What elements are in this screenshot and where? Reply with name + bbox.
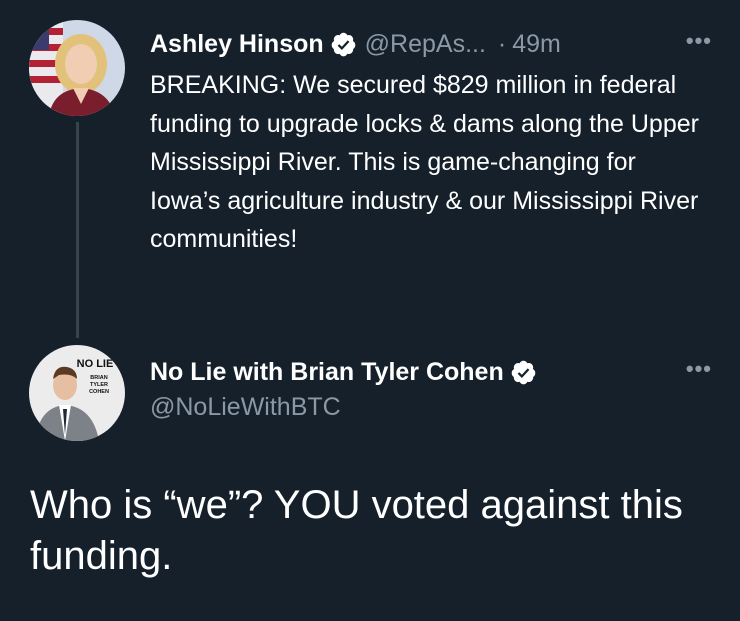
meta-separator: · (497, 29, 507, 58)
author-handle[interactable]: @NoLieWithBTC (150, 393, 341, 422)
reply-tweet-header: No Lie with Brian Tyler Cohen ••• (150, 352, 712, 392)
avatar-photo: NO LIE BRIAN TYLER COHEN (29, 345, 125, 441)
quoted-tweet-text: BREAKING: We secured $829 million in fed… (150, 71, 699, 253)
svg-text:TYLER: TYLER (90, 382, 108, 388)
verified-badge-icon (331, 32, 355, 56)
thread-connector-line (76, 122, 79, 338)
author-avatar-ashley-hinson[interactable] (29, 20, 125, 116)
quoted-tweet-header: Ashley Hinson @RepAs... · 49m ••• (150, 24, 712, 64)
svg-text:COHEN: COHEN (89, 389, 109, 395)
tweet-timestamp[interactable]: 49m (512, 30, 561, 59)
svg-text:BRIAN: BRIAN (90, 375, 107, 381)
avatar-photo (29, 20, 125, 116)
reply-tweet-text: Who is “we”? YOU voted against this fund… (30, 483, 683, 578)
author-name[interactable]: No Lie with Brian Tyler Cohen (150, 358, 504, 387)
more-dots-icon[interactable]: ••• (686, 356, 712, 382)
author-handle[interactable]: @RepAs... (365, 30, 486, 59)
author-name[interactable]: Ashley Hinson (150, 30, 324, 59)
tweet-screenshot: Ashley Hinson @RepAs... · 49m ••• BREAKI… (0, 0, 740, 621)
avatar-logo-text: NO LIE (77, 358, 114, 370)
more-dots-icon[interactable]: ••• (686, 28, 712, 54)
author-avatar-nolie[interactable]: NO LIE BRIAN TYLER COHEN (29, 345, 125, 441)
verified-badge-icon (511, 360, 536, 384)
